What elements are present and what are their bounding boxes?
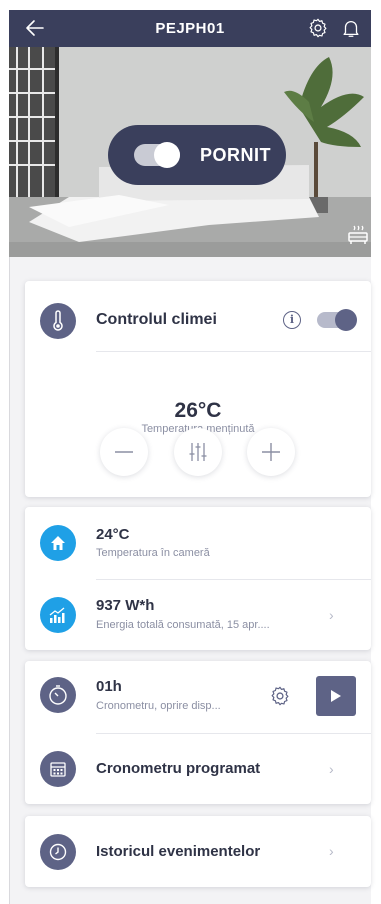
chevron-right-icon: ›	[329, 607, 334, 623]
thermometer-icon	[40, 303, 76, 339]
sliders-icon	[189, 443, 207, 461]
start-timer-button[interactable]	[316, 676, 356, 716]
home-icon	[40, 525, 76, 561]
stopwatch-icon	[40, 677, 76, 713]
play-icon	[331, 690, 341, 702]
page-edge	[9, 257, 10, 904]
energy-row[interactable]: 937 W*h Energia totală consumată, 15 apr…	[25, 580, 371, 650]
info-icon[interactable]: i	[283, 311, 301, 329]
timer-gear-icon[interactable]	[269, 685, 291, 707]
climate-toggle[interactable]	[317, 309, 357, 331]
power-label: PORNIT	[200, 145, 272, 165]
gear-icon[interactable]	[307, 17, 329, 39]
scheduled-timer-title: Cronometru programat	[96, 760, 261, 777]
energy-value: 937 W*h	[96, 597, 155, 614]
heater-icon	[348, 225, 368, 244]
room-temperature-label: Temperatura în cameră	[96, 547, 210, 559]
room-hero-image: PORNIT	[9, 47, 371, 257]
timer-value: 01h	[96, 678, 122, 695]
climate-control-card: Controlul climei i 26°C Temperatura menț…	[25, 281, 371, 497]
power-control[interactable]: PORNIT	[108, 125, 286, 185]
chevron-right-icon: ›	[329, 843, 334, 859]
app-header: PEJPH01	[9, 10, 371, 47]
timer-label: Cronometru, oprire disp...	[96, 700, 221, 712]
history-title: Istoricul evenimentelor	[96, 843, 261, 860]
readings-card: 24°C Temperatura în cameră 937 W*h Energ…	[25, 507, 371, 650]
room-temperature-value: 24°C	[96, 526, 130, 543]
plus-icon	[262, 443, 280, 461]
timer-card: 01h Cronometru, oprire disp... Cronometr…	[25, 661, 371, 804]
climate-title: Controlul climei	[96, 311, 217, 328]
energy-chart-icon	[40, 597, 76, 633]
scheduled-timer-row[interactable]: Cronometru programat ›	[25, 734, 371, 804]
bell-icon[interactable]	[340, 16, 362, 40]
target-temperature: 26°C	[174, 399, 222, 422]
power-toggle[interactable]	[134, 142, 180, 168]
minus-icon	[115, 451, 133, 453]
energy-label: Energia totală consumată, 15 apr....	[96, 619, 270, 631]
climate-settings-button[interactable]	[174, 428, 222, 476]
increase-temperature-button[interactable]	[247, 428, 295, 476]
history-clock-icon	[40, 834, 76, 870]
history-card[interactable]: Istoricul evenimentelor ›	[25, 816, 371, 887]
calendar-icon	[40, 751, 76, 787]
divider	[96, 351, 371, 352]
decrease-temperature-button[interactable]	[100, 428, 148, 476]
chevron-right-icon: ›	[329, 761, 334, 777]
arrow-left-icon[interactable]	[23, 16, 47, 40]
